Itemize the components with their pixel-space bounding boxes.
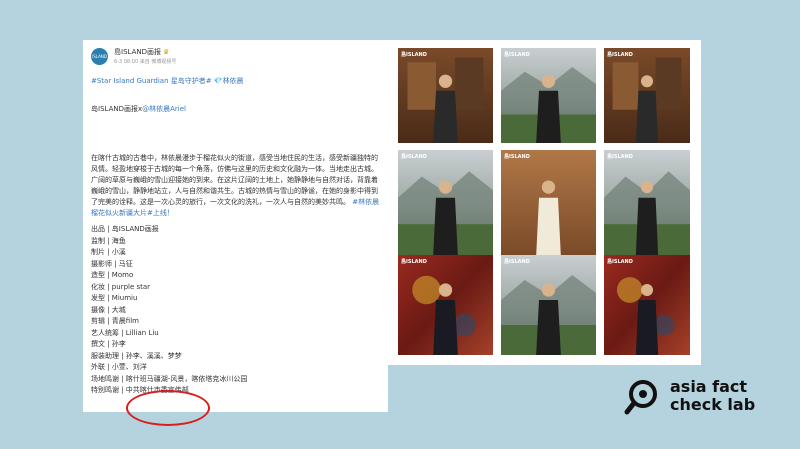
- photo-thumbnail[interactable]: 島ISLAND: [501, 48, 596, 143]
- credit-line: 撰文 | 孙李: [91, 340, 126, 348]
- photo-watermark: 島ISLAND: [401, 259, 427, 265]
- photo-thumbnail[interactable]: 島ISLAND: [604, 150, 690, 256]
- photo-watermark: 島ISLAND: [504, 52, 530, 58]
- photo-watermark: 島ISLAND: [504, 154, 530, 160]
- avatar[interactable]: ISLAND: [91, 48, 108, 65]
- credit-line: 外联 | 小萱、刘洋: [91, 363, 147, 371]
- credit-line: 发型 | Miumiu: [91, 294, 138, 302]
- post-collab: 岛ISLAND画报x@林依晨Ariel: [91, 104, 186, 115]
- credit-line: 特别鸣谢 | 中共喀什市委宣传部: [91, 386, 189, 394]
- brand-logo: asia fact check lab: [670, 378, 790, 414]
- photo-thumbnail[interactable]: 島ISLAND: [398, 255, 493, 355]
- photo-watermark: 島ISLAND: [607, 259, 633, 265]
- collab-prefix: 岛ISLAND画报x: [91, 105, 143, 113]
- photo-watermark: 島ISLAND: [607, 154, 633, 160]
- credit-line: 艺人统筹 | Lillian Liu: [91, 328, 159, 337]
- collab-mention[interactable]: @林依晨Ariel: [142, 105, 186, 113]
- brand-line-2: check lab: [670, 395, 756, 414]
- post-body: 在喀什古城的古巷中，林依晨漫步于榴花似火的街道，感受当地住民的生活，感受新疆独特…: [91, 153, 381, 219]
- weibo-post: ISLAND 島ISLAND画报 ♛ 6-3 08:00 来自 微博视频号 #St…: [83, 40, 388, 412]
- account-name[interactable]: 島ISLAND画报 ♛: [114, 47, 169, 57]
- photo-watermark: 島ISLAND: [401, 154, 427, 160]
- photo-thumbnail[interactable]: 島ISLAND: [398, 150, 493, 256]
- credit-line: 场地鸣谢 | 喀什班马疆湖-风景，喀依塔克冰川公园: [91, 374, 248, 383]
- photo-thumbnail[interactable]: 島ISLAND: [398, 48, 493, 143]
- credits-list: 出品 | 岛ISLAND画报 监制 | 海鱼 制片 | 小溪 摄影师 | 马征 造型 |…: [91, 224, 381, 397]
- credit-line: 制片 | 小溪: [91, 248, 126, 256]
- photo-thumbnail[interactable]: 島ISLAND: [604, 255, 690, 355]
- credit-line: 出品 | 岛ISLAND画报: [91, 225, 159, 233]
- photo-thumbnail[interactable]: 島ISLAND: [501, 150, 596, 256]
- photo-thumbnail[interactable]: 島ISLAND: [501, 255, 596, 355]
- credit-line: 服装助理 | 孙李、溪溪、梦梦: [91, 351, 182, 360]
- highlight-circle: [126, 390, 210, 426]
- account-name-text[interactable]: 島ISLAND画报: [114, 48, 161, 56]
- photo-watermark: 島ISLAND: [607, 52, 633, 58]
- credit-line: 摄像 | 大城: [91, 305, 126, 314]
- post-paragraph: 在喀什古城的古巷中，林依晨漫步于榴花似火的街道，感受当地住民的生活，感受新疆独特…: [91, 154, 378, 206]
- post-hashtags[interactable]: #Star Island Guardian 星岛守护者# 💎林依晨: [91, 76, 244, 87]
- crown-icon: ♛: [162, 48, 170, 56]
- credit-line: 剪辑 | 青晨film: [91, 317, 139, 325]
- photo-grid: 島ISLAND 島ISLAND 島ISLAND 島ISLAND 島ISLAND 島ISLA…: [388, 40, 701, 365]
- photo-watermark: 島ISLAND: [504, 259, 530, 265]
- magnifier-logo-icon: [623, 378, 661, 418]
- credit-line: 化妆 | purple star: [91, 282, 151, 291]
- credit-line: 造型 | Momo: [91, 271, 134, 279]
- credit-line: 监制 | 海鱼: [91, 236, 126, 245]
- post-meta: 6-3 08:00 来自 微博视频号: [114, 59, 177, 65]
- brand-line-1: asia fact: [670, 377, 748, 396]
- photo-thumbnail[interactable]: 島ISLAND: [604, 48, 690, 143]
- photo-watermark: 島ISLAND: [401, 52, 427, 58]
- credit-line: 摄影师 | 马征: [91, 259, 133, 268]
